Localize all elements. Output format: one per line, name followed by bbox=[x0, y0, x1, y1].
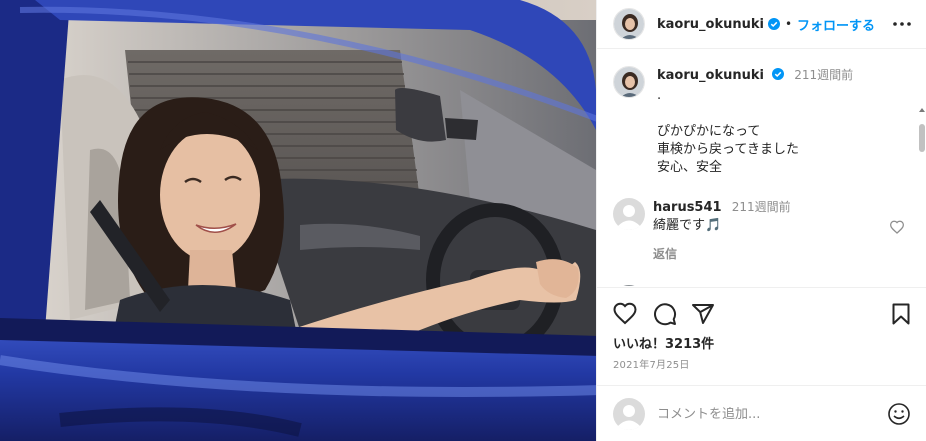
next-comment-peek bbox=[613, 280, 883, 286]
commenter-username[interactable]: harus541 bbox=[653, 200, 722, 215]
like-count[interactable]: いいね！3213件 bbox=[613, 333, 714, 352]
caption-author-avatar[interactable] bbox=[613, 66, 645, 98]
default-avatar-icon bbox=[613, 398, 645, 430]
avatar-image bbox=[614, 9, 644, 39]
caption-line: . bbox=[657, 88, 662, 103]
comment-input[interactable] bbox=[657, 406, 877, 422]
author-avatar[interactable] bbox=[613, 8, 645, 40]
comment-time[interactable]: 211週間前 bbox=[732, 200, 791, 214]
add-comment-bar bbox=[597, 385, 926, 441]
comment-item: harus541 211週間前 綺麗です🎵 返信 bbox=[613, 198, 913, 263]
comments-section[interactable]: kaoru_okunuki 211週間前 . ぴかぴかになって 車検から戻ってき… bbox=[597, 50, 926, 286]
post-date[interactable]: 2021年7月25日 bbox=[613, 356, 690, 371]
photo-illustration bbox=[0, 0, 596, 441]
comments-scrollbar[interactable] bbox=[917, 102, 926, 286]
caption-line bbox=[657, 105, 853, 123]
reply-button[interactable]: 返信 bbox=[653, 245, 893, 263]
like-heart-icon[interactable] bbox=[613, 302, 637, 326]
caption-body: kaoru_okunuki 211週間前 . ぴかぴかになって 車検から戻ってき… bbox=[657, 66, 853, 177]
emoji-icon[interactable] bbox=[887, 402, 911, 426]
follow-button[interactable]: フォローする bbox=[797, 15, 875, 34]
post-side-panel: kaoru_okunuki • フォローする kaoru_okunuki 211… bbox=[596, 0, 926, 441]
comment-text: 綺麗です🎵 bbox=[653, 218, 722, 233]
separator-dot: • bbox=[784, 17, 793, 31]
caption-line: 車検から戻ってきました bbox=[657, 142, 799, 157]
post-photo[interactable] bbox=[0, 0, 596, 441]
action-icons-row bbox=[613, 302, 913, 328]
post-header: kaoru_okunuki • フォローする bbox=[597, 0, 926, 49]
post-actions: いいね！3213件 2021年7月25日 bbox=[597, 287, 926, 441]
more-options-icon[interactable] bbox=[891, 13, 913, 35]
comment-body: harus541 211週間前 綺麗です🎵 返信 bbox=[653, 198, 893, 263]
save-bookmark-icon[interactable] bbox=[889, 302, 913, 326]
like-comment-heart-icon[interactable] bbox=[889, 220, 905, 234]
caption-line: ぴかぴかになって bbox=[657, 124, 761, 139]
header-username[interactable]: kaoru_okunuki bbox=[657, 17, 764, 32]
post-caption: kaoru_okunuki 211週間前 . ぴかぴかになって 車検から戻ってき… bbox=[613, 66, 913, 177]
default-avatar-icon bbox=[613, 198, 645, 230]
comment-bubble-icon[interactable] bbox=[653, 302, 677, 326]
verified-badge-icon bbox=[767, 18, 780, 30]
caption-time[interactable]: 211週間前 bbox=[794, 68, 853, 82]
current-user-avatar bbox=[613, 398, 645, 430]
commenter-avatar[interactable] bbox=[613, 198, 645, 230]
share-send-icon[interactable] bbox=[691, 302, 715, 326]
caption-line: 安心、安全 bbox=[657, 160, 723, 175]
verified-badge-icon bbox=[772, 68, 785, 80]
scrollbar-thumb[interactable] bbox=[919, 124, 925, 152]
caption-username[interactable]: kaoru_okunuki bbox=[657, 68, 764, 83]
caption-text: . ぴかぴかになって 車検から戻ってきました 安心、安全 bbox=[657, 87, 853, 177]
